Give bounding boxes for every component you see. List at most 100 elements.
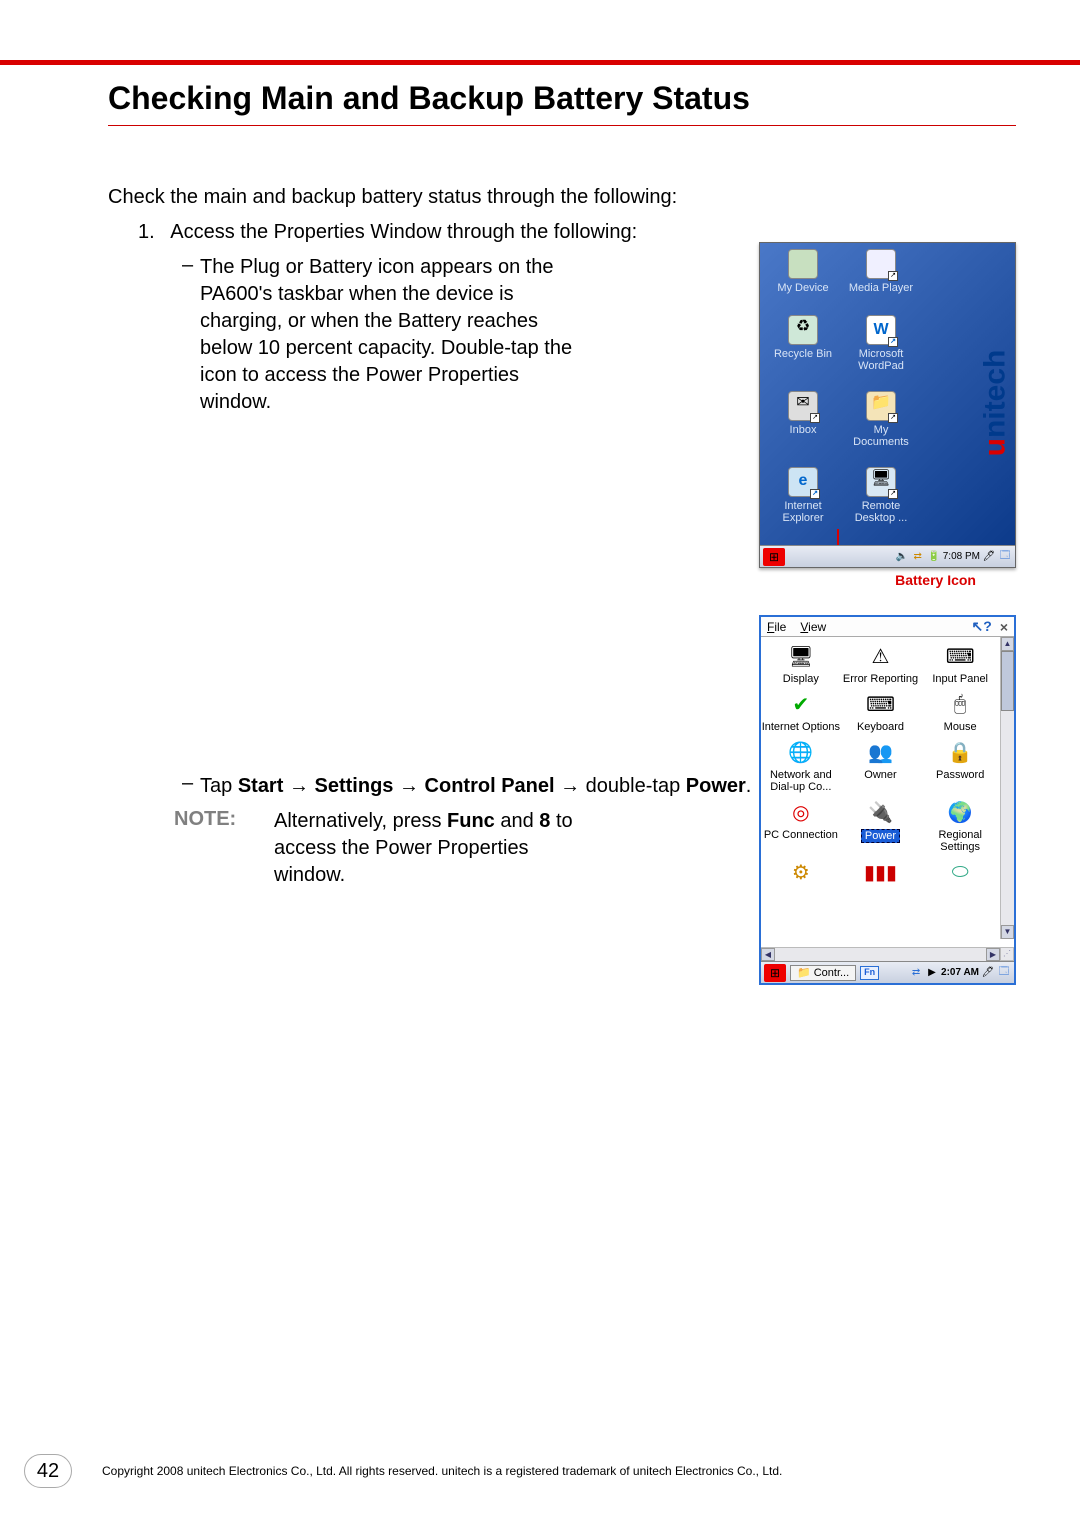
step-text: Access the Properties Window through the… bbox=[170, 221, 637, 243]
shortcut-overlay-icon: ↗ bbox=[888, 271, 898, 281]
t: Tap bbox=[200, 775, 238, 797]
network-icon[interactable]: ⇄ bbox=[911, 550, 925, 564]
battery-callout-line bbox=[837, 529, 839, 545]
cp-label: Network and Dial-up Co... bbox=[761, 769, 841, 793]
network-icon: 🌐 bbox=[786, 737, 816, 767]
cp-item-keyboard[interactable]: ⌨Keyboard bbox=[841, 689, 921, 733]
menu-view[interactable]: View bbox=[800, 620, 826, 634]
cp-label: Regional Settings bbox=[920, 829, 1000, 853]
icon-label: Internet Explorer bbox=[768, 500, 838, 524]
taskbar: ⊞ 🔈 ⇄ 🔋 7:08 PM 🖊 🗔 bbox=[760, 545, 1015, 567]
cp-label: Input Panel bbox=[920, 673, 1000, 685]
icon-label: Media Player bbox=[846, 282, 916, 294]
cp-row: ◎PC Connection 🔌 Power 🌍Regional Settings bbox=[761, 797, 1000, 853]
desktop-tray-icon[interactable]: 🗔 bbox=[998, 550, 1012, 564]
cp-item-owner[interactable]: 👥Owner bbox=[841, 737, 921, 793]
cp-item-pc-connection[interactable]: ◎PC Connection bbox=[761, 797, 841, 853]
mnemonic: V bbox=[800, 620, 808, 634]
icon-label: My Documents bbox=[846, 424, 916, 448]
cp-item-input-panel[interactable]: ⌨Input Panel bbox=[920, 641, 1000, 685]
cp-label: Mouse bbox=[920, 721, 1000, 733]
cp-item-internet-options[interactable]: ✔Internet Options bbox=[761, 689, 841, 733]
scroll-left-icon[interactable]: ◀ bbox=[761, 948, 775, 961]
cp-item-mouse[interactable]: 🖱Mouse bbox=[920, 689, 1000, 733]
resize-grip-icon: ⋰ bbox=[1000, 947, 1014, 961]
power-label: Power bbox=[686, 775, 746, 797]
shortcut-overlay-icon: ↗ bbox=[888, 413, 898, 423]
documents-icon: 📁↗ bbox=[866, 391, 896, 421]
cp-item-error-reporting[interactable]: ⚠Error Reporting bbox=[841, 641, 921, 685]
desktop-tray-icon[interactable]: 🗔 bbox=[997, 966, 1011, 980]
desktop-icon-remote-desktop[interactable]: 🖥↗ Remote Desktop ... bbox=[846, 467, 916, 524]
arrow-icon: → bbox=[283, 775, 314, 797]
page-footer: 42 Copyright 2008 unitech Electronics Co… bbox=[0, 1454, 1080, 1488]
folder-icon: 📁 bbox=[797, 966, 811, 979]
scroll-down-icon[interactable]: ▼ bbox=[1001, 925, 1014, 939]
taskbar-app-control-panel[interactable]: 📁Contr... bbox=[790, 965, 856, 981]
wordpad-icon: W↗ bbox=[866, 315, 896, 345]
dash-icon: – bbox=[182, 772, 200, 795]
dash-icon: – bbox=[182, 254, 200, 416]
desktop-icon-recycle-bin[interactable]: ♻ Recycle Bin bbox=[768, 315, 838, 360]
taskbar-clock[interactable]: 7:08 PM bbox=[943, 551, 980, 562]
battery-icon-label: Battery Icon bbox=[759, 572, 976, 588]
desktop-icon-inbox[interactable]: ✉↗ Inbox bbox=[768, 391, 838, 436]
windows-flag-icon: ⊞ bbox=[770, 966, 780, 980]
desktop-icon-media-player[interactable]: ↗ Media Player bbox=[846, 249, 916, 294]
menu-file[interactable]: File bbox=[767, 620, 786, 634]
start-button[interactable]: ⊞ bbox=[764, 964, 786, 982]
scroll-thumb[interactable] bbox=[1001, 651, 1014, 711]
close-icon[interactable]: × bbox=[1000, 619, 1008, 635]
cp-item-partial2[interactable]: ▮▮▮ bbox=[841, 858, 921, 890]
t: and bbox=[495, 810, 539, 832]
desktop-icon-ie[interactable]: e↗ Internet Explorer bbox=[768, 467, 838, 524]
help-icon[interactable]: ↖? bbox=[972, 618, 992, 635]
cp-item-network[interactable]: 🌐Network and Dial-up Co... bbox=[761, 737, 841, 793]
fn-indicator[interactable]: Fn bbox=[860, 966, 879, 980]
step-1: 1. Access the Properties Window through … bbox=[138, 221, 1016, 244]
taskbar-clock[interactable]: 2:07 AM bbox=[941, 967, 979, 978]
cp-label: Keyboard bbox=[841, 721, 921, 733]
scroll-up-icon[interactable]: ▲ bbox=[1001, 637, 1014, 651]
desktop-icon-my-documents[interactable]: 📁↗ My Documents bbox=[846, 391, 916, 448]
error-icon: ⚠ bbox=[866, 641, 896, 671]
vertical-scrollbar[interactable]: ▲ ▼ bbox=[1000, 637, 1014, 939]
cp-item-regional[interactable]: 🌍Regional Settings bbox=[920, 797, 1000, 853]
plug-icon[interactable]: ▶ bbox=[925, 966, 939, 980]
arrow-icon: → bbox=[393, 775, 424, 797]
generic-icon: ⬭ bbox=[945, 858, 975, 888]
intro-paragraph: Check the main and backup battery status… bbox=[108, 186, 1016, 209]
network-icon[interactable]: ⇄ bbox=[909, 966, 923, 980]
shortcut-overlay-icon: ↗ bbox=[888, 489, 898, 499]
cp-item-partial3[interactable]: ⬭ bbox=[920, 858, 1000, 890]
control-panel-body: 🖥Display ⚠Error Reporting ⌨Input Panel ✔… bbox=[761, 637, 1000, 939]
cp-item-display[interactable]: 🖥Display bbox=[761, 641, 841, 685]
sip-icon[interactable]: 🖊 bbox=[981, 966, 995, 980]
taskbar: ⊞ 📁Contr... Fn ⇄ ▶ 2:07 AM 🖊 🗔 bbox=[761, 961, 1014, 983]
sip-icon[interactable]: 🖊 bbox=[982, 550, 996, 564]
selected-label: Power bbox=[861, 829, 900, 843]
owner-icon: 👥 bbox=[866, 737, 896, 767]
device-desktop: My Device ↗ Media Player ♻ Recycle Bin W… bbox=[759, 242, 1016, 568]
step-number: 1. bbox=[138, 221, 155, 243]
battery-icon[interactable]: 🔋 bbox=[927, 550, 941, 564]
volume-icon[interactable]: 🔈 bbox=[895, 550, 909, 564]
figure-desktop: My Device ↗ Media Player ♻ Recycle Bin W… bbox=[759, 242, 1016, 588]
horizontal-scrollbar[interactable]: ◀ ▶ bbox=[761, 947, 1000, 961]
note-text: Alternatively, press Func and 8 to acces… bbox=[274, 808, 594, 889]
start-button[interactable]: ⊞ bbox=[763, 548, 785, 566]
desktop-icon-my-device[interactable]: My Device bbox=[768, 249, 838, 294]
desktop-icon-wordpad[interactable]: W↗ Microsoft WordPad bbox=[846, 315, 916, 372]
unitech-logo: unitech bbox=[978, 350, 1012, 457]
power-icon: 🔌 bbox=[866, 797, 896, 827]
shortcut-overlay-icon: ↗ bbox=[810, 413, 820, 423]
cp-item-power[interactable]: 🔌 Power bbox=[841, 797, 921, 853]
page-title: Checking Main and Backup Battery Status bbox=[108, 80, 1016, 126]
cp-item-password[interactable]: 🔒Password bbox=[920, 737, 1000, 793]
system-tray: ⇄ ▶ 2:07 AM 🖊 🗔 bbox=[909, 966, 1014, 980]
icon-label: Recycle Bin bbox=[768, 348, 838, 360]
system-tray: 🔈 ⇄ 🔋 7:08 PM 🖊 🗔 bbox=[895, 550, 1015, 564]
cp-item-partial1[interactable]: ⚙ bbox=[761, 858, 841, 890]
scroll-right-icon[interactable]: ▶ bbox=[986, 948, 1000, 961]
cp-label: Internet Options bbox=[761, 721, 841, 733]
